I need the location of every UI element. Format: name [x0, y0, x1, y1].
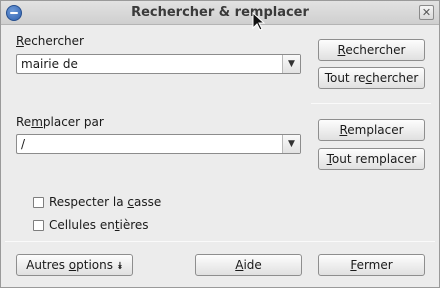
- chevron-down-icon[interactable]: ▼: [282, 135, 300, 153]
- search-label-rest: echercher: [23, 34, 84, 48]
- match-case-label[interactable]: Respecter la casse: [49, 195, 161, 209]
- more-options-button[interactable]: Autres options ⯯: [16, 254, 133, 276]
- search-all-prefix: Tout re: [324, 71, 366, 85]
- double-chevron-down-icon: ⯯: [116, 261, 123, 272]
- close-rest: ermer: [356, 258, 393, 272]
- more-options-rest: ptions: [76, 258, 113, 272]
- window-title: Rechercher & remplacer: [131, 5, 309, 20]
- replace-label: Remplacer par: [16, 115, 104, 129]
- whole-cells-rest: ières: [119, 218, 149, 232]
- close-button[interactable]: Fermer: [318, 254, 425, 276]
- search-all-button[interactable]: Tout rechercher: [318, 67, 425, 89]
- match-case-checkbox[interactable]: [33, 197, 44, 208]
- search-button[interactable]: Rechercher: [318, 39, 425, 61]
- replace-combobox[interactable]: / ▼: [16, 134, 301, 154]
- title-bar: Rechercher & remplacer ✕: [1, 1, 439, 25]
- whole-cells-prefix: Cellules en: [49, 218, 115, 232]
- help-rest: ide: [243, 258, 262, 272]
- footer-separator: [5, 241, 435, 242]
- replace-all-rest: out remplacer: [331, 152, 417, 166]
- replace-button-rest: emplacer: [347, 123, 404, 137]
- match-case-access: c: [127, 195, 134, 209]
- replace-label-prefix: Re: [16, 115, 32, 129]
- search-button-rest: echercher: [345, 43, 406, 57]
- help-button[interactable]: Aide: [195, 254, 302, 276]
- find-replace-dialog: Rechercher & remplacer ✕ Rechercher mair…: [0, 0, 440, 288]
- chevron-down-icon[interactable]: ▼: [282, 55, 300, 73]
- mouse-pointer-icon: [252, 12, 266, 31]
- match-case-rest: asse: [133, 195, 162, 209]
- replace-label-access: m: [31, 115, 43, 129]
- whole-cells-label[interactable]: Cellules entières: [49, 218, 149, 232]
- replace-label-rest: placer par: [42, 115, 104, 129]
- search-all-rest: hercher: [372, 71, 419, 85]
- close-icon[interactable]: ✕: [419, 5, 434, 20]
- more-options-prefix: Autres: [26, 258, 69, 272]
- search-label-access: R: [16, 34, 24, 48]
- search-combobox[interactable]: mairie de ▼: [16, 54, 301, 74]
- whole-cells-checkbox[interactable]: [33, 220, 44, 231]
- replace-button[interactable]: Remplacer: [318, 119, 425, 141]
- search-label: Rechercher: [16, 34, 84, 48]
- replace-all-button[interactable]: Tout remplacer: [318, 148, 425, 170]
- search-input[interactable]: mairie de: [21, 57, 78, 71]
- separator: [311, 103, 431, 104]
- match-case-prefix: Respecter la: [49, 195, 128, 209]
- replace-input[interactable]: /: [21, 137, 25, 151]
